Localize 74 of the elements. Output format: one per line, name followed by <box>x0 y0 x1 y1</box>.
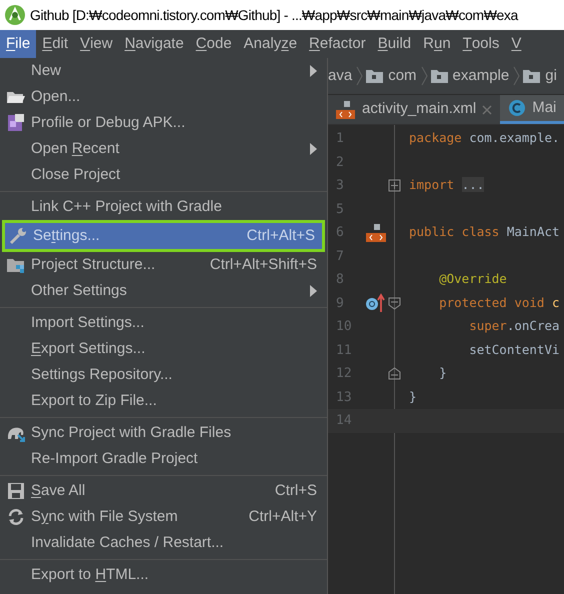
chevron-icon <box>420 66 428 86</box>
menu-item[interactable]: Other Settings <box>0 278 327 304</box>
code-line: package com.example. <box>409 129 560 148</box>
code-line: public class MainAct <box>409 223 560 242</box>
menu-item[interactable]: Import Settings... <box>0 310 327 336</box>
menu-bar-item[interactable]: Code <box>190 30 238 58</box>
override-icon <box>365 293 387 314</box>
line-number: 10 <box>335 318 353 336</box>
menu-bar-item[interactable]: Run <box>417 30 457 58</box>
apk-file-icon <box>6 113 26 133</box>
folder-icon <box>523 69 540 83</box>
menu-item[interactable]: Settings... Ctrl+Alt+S <box>2 220 325 252</box>
line-number: 12 <box>335 365 353 383</box>
code-line: protected void c <box>438 294 560 312</box>
code-line: } <box>438 364 447 382</box>
menu-item[interactable]: Export Settings... <box>0 336 327 362</box>
line-number: 8 <box>335 271 345 289</box>
breadcrumb[interactable]: gi <box>520 64 561 88</box>
menu-item[interactable]: New <box>0 58 327 84</box>
menu-item[interactable]: Profile or Debug APK... <box>0 110 327 136</box>
menu-item[interactable]: Open... <box>0 84 327 110</box>
line-number: 5 <box>335 200 345 218</box>
code-line: } <box>409 388 417 406</box>
menu-item[interactable]: Settings Repository... <box>0 362 327 388</box>
code-line: @Override <box>438 270 507 288</box>
menu-item[interactable]: Export to HTML... <box>0 562 327 588</box>
folder-icon <box>366 69 384 83</box>
line-number: 2 <box>335 154 345 172</box>
menu-bar-item[interactable]: File <box>0 30 36 58</box>
menu-bar-item[interactable]: View <box>74 30 119 58</box>
line-number: 1 <box>335 130 345 148</box>
menu-item[interactable]: Open Recent <box>0 136 327 162</box>
menu-item[interactable]: Sync with File System Ctrl+Alt+Y <box>0 504 327 530</box>
menu-bar-item[interactable]: Refactor <box>303 30 372 58</box>
editor-tab[interactable]: activity_main.xml <box>328 95 500 124</box>
layout-file-icon <box>336 100 356 120</box>
menu-bar-item[interactable]: Tools <box>456 30 506 58</box>
line-number: 3 <box>335 177 345 195</box>
chevron-icon <box>356 66 364 86</box>
code-line: import ... <box>409 176 484 194</box>
line-number: 7 <box>335 248 345 266</box>
line-number: 13 <box>335 388 353 406</box>
layout-file-icon <box>365 222 387 243</box>
menu-item[interactable]: Export to Zip File... <box>0 388 327 414</box>
menu-bar-item[interactable]: Edit <box>36 30 74 58</box>
menu-item[interactable]: Project Structure... Ctrl+Alt+Shift+S <box>0 252 327 278</box>
line-number: 9 <box>335 294 345 312</box>
menu-item[interactable]: Re-Import Gradle Project <box>0 446 327 472</box>
menu-bar-item[interactable]: Build <box>372 30 418 58</box>
menu-bar-item[interactable]: Navigate <box>118 30 190 58</box>
menu-item[interactable]: Close Project <box>0 162 327 188</box>
menu-item[interactable]: Link C++ Project with Gradle <box>0 194 327 220</box>
fold-start-icon[interactable] <box>388 296 401 310</box>
fold-end-icon[interactable] <box>388 367 401 380</box>
window-title: Github [D:₩codeomni.tistory.com₩Github] - ...₩app₩src₩main₩java₩com₩exa <box>30 6 518 25</box>
menu-bar-item[interactable]: V <box>505 30 528 58</box>
editor-tab[interactable]: Mai <box>500 95 564 124</box>
menu-item[interactable]: Sync Project with Gradle Files <box>0 420 327 446</box>
menu-item[interactable]: Invalidate Caches / Restart... <box>0 530 327 556</box>
fold-collapsed-icon[interactable] <box>388 179 401 192</box>
breadcrumb[interactable]: example <box>428 64 514 88</box>
wrench-icon <box>8 226 28 246</box>
breadcrumb[interactable]: com <box>363 64 421 88</box>
line-number: 6 <box>335 224 345 242</box>
folder-icon <box>430 69 448 83</box>
line-number: 11 <box>335 342 353 360</box>
breadcrumb[interactable]: ava <box>328 64 356 88</box>
code-line: setContentVi <box>468 340 560 359</box>
class-icon <box>508 99 526 117</box>
chevron-icon <box>513 66 520 86</box>
android-studio-icon <box>4 4 26 26</box>
menu-item[interactable]: Save All Ctrl+S <box>0 478 327 504</box>
menu-bar-item[interactable]: Analyze <box>238 30 304 58</box>
code-line: super.onCrea <box>468 317 560 336</box>
